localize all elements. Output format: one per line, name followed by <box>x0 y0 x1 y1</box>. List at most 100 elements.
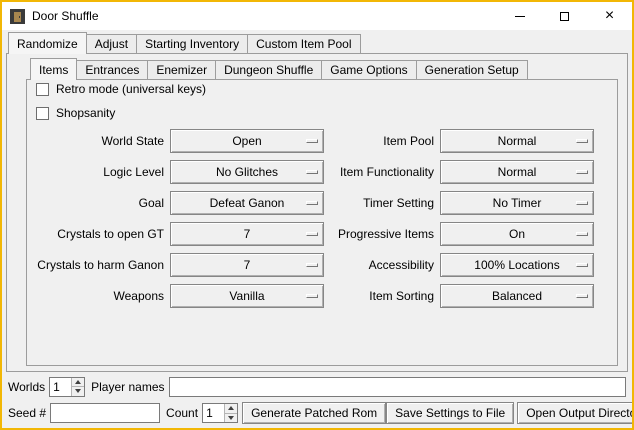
weapons-label: Weapons <box>32 284 164 308</box>
tab-starting-inventory[interactable]: Starting Inventory <box>136 34 248 54</box>
item-functionality-label: Item Functionality <box>330 160 434 184</box>
menu-indicator-icon <box>576 201 588 205</box>
tab-entrances[interactable]: Entrances <box>76 60 148 80</box>
item-pool-value: Normal <box>498 134 537 148</box>
weapons-dropdown[interactable]: Vanilla <box>170 284 324 308</box>
tab-enemizer[interactable]: Enemizer <box>147 60 216 80</box>
arrow-up-icon <box>228 406 234 410</box>
goal-label: Goal <box>32 191 164 215</box>
menu-indicator-icon <box>306 294 318 298</box>
save-settings-to-file-button[interactable]: Save Settings to File <box>386 402 514 424</box>
count-input[interactable] <box>203 404 224 422</box>
window: Door Shuffle × Randomize Adjust Starting… <box>0 0 634 430</box>
count-spin-buttons <box>224 404 237 422</box>
menu-indicator-icon <box>306 139 318 143</box>
tab-dungeon-shuffle[interactable]: Dungeon Shuffle <box>215 60 322 80</box>
world-state-value: Open <box>232 134 261 148</box>
generate-patched-rom-button[interactable]: Generate Patched Rom <box>242 402 386 424</box>
item-functionality-dropdown[interactable]: Normal <box>440 160 594 184</box>
menu-indicator-icon <box>576 170 588 174</box>
minimize-icon <box>515 16 525 17</box>
app-icon <box>10 9 25 24</box>
player-names-input[interactable] <box>169 377 627 397</box>
worlds-spin-buttons <box>71 378 84 396</box>
arrow-down-icon <box>75 389 81 393</box>
open-output-directory-button[interactable]: Open Output Directory <box>517 402 634 424</box>
tab-items[interactable]: Items <box>30 58 77 80</box>
caption-buttons: × <box>497 2 632 30</box>
tab-game-options[interactable]: Game Options <box>321 60 416 80</box>
count-spin-up-button[interactable] <box>224 404 237 413</box>
count-spinbox <box>202 403 238 423</box>
item-pool-label: Item Pool <box>330 129 434 153</box>
crystals-harm-ganon-value: 7 <box>244 258 251 272</box>
crystals-harm-ganon-dropdown[interactable]: 7 <box>170 253 324 277</box>
crystals-open-gt-dropdown[interactable]: 7 <box>170 222 324 246</box>
worlds-input[interactable] <box>50 378 71 396</box>
arrow-down-icon <box>228 416 234 420</box>
maximize-icon <box>560 12 569 21</box>
progressive-items-label: Progressive Items <box>330 222 434 246</box>
accessibility-value: 100% Locations <box>474 258 559 272</box>
menu-indicator-icon <box>306 201 318 205</box>
logic-level-dropdown[interactable]: No Glitches <box>170 160 324 184</box>
logic-level-label: Logic Level <box>32 160 164 184</box>
player-names-label: Player names <box>91 380 164 394</box>
seed-row: Seed # Count Generate Patched Rom Save S… <box>8 402 626 424</box>
goal-value: Defeat Ganon <box>210 196 285 210</box>
timer-setting-dropdown[interactable]: No Timer <box>440 191 594 215</box>
timer-setting-label: Timer Setting <box>330 191 434 215</box>
goal-dropdown[interactable]: Defeat Ganon <box>170 191 324 215</box>
seed-input[interactable] <box>50 403 160 423</box>
crystals-harm-ganon-label: Crystals to harm Ganon <box>32 253 164 277</box>
shopsanity-checkbox-row[interactable]: Shopsanity <box>36 106 115 120</box>
menu-indicator-icon <box>576 232 588 236</box>
minimize-button[interactable] <box>497 2 542 30</box>
shopsanity-checkbox[interactable] <box>36 107 49 120</box>
titlebar[interactable]: Door Shuffle × <box>2 2 632 30</box>
retro-mode-checkbox[interactable] <box>36 83 49 96</box>
menu-indicator-icon <box>306 263 318 267</box>
progressive-items-dropdown[interactable]: On <box>440 222 594 246</box>
worlds-spinbox <box>49 377 85 397</box>
shopsanity-label: Shopsanity <box>56 106 115 120</box>
count-label: Count <box>166 406 198 420</box>
tab-custom-item-pool[interactable]: Custom Item Pool <box>247 34 360 54</box>
progressive-items-value: On <box>509 227 525 241</box>
tab-generation-setup[interactable]: Generation Setup <box>416 60 528 80</box>
item-pool-dropdown[interactable]: Normal <box>440 129 594 153</box>
close-icon: × <box>605 8 614 24</box>
menu-indicator-icon <box>576 294 588 298</box>
item-sorting-dropdown[interactable]: Balanced <box>440 284 594 308</box>
inner-tab-bar: Items Entrances Enemizer Dungeon Shuffle… <box>30 58 528 80</box>
retro-mode-label: Retro mode (universal keys) <box>56 82 206 96</box>
item-sorting-value: Balanced <box>492 289 542 303</box>
world-state-dropdown[interactable]: Open <box>170 129 324 153</box>
maximize-button[interactable] <box>542 2 587 30</box>
accessibility-label: Accessibility <box>330 253 434 277</box>
item-sorting-label: Item Sorting <box>330 284 434 308</box>
seed-label: Seed # <box>8 406 46 420</box>
tab-randomize[interactable]: Randomize <box>8 32 87 54</box>
worlds-spin-up-button[interactable] <box>71 378 84 387</box>
worlds-spin-down-button[interactable] <box>71 386 84 396</box>
weapons-value: Vanilla <box>229 289 264 303</box>
timer-setting-value: No Timer <box>493 196 542 210</box>
world-state-label: World State <box>32 129 164 153</box>
count-spin-down-button[interactable] <box>224 413 237 423</box>
window-title: Door Shuffle <box>32 9 99 23</box>
retro-mode-checkbox-row[interactable]: Retro mode (universal keys) <box>36 82 206 96</box>
worlds-row: Worlds Player names <box>8 376 626 397</box>
worlds-label: Worlds <box>8 380 45 394</box>
outer-tab-bar: Randomize Adjust Starting Inventory Cust… <box>8 32 361 54</box>
logic-level-value: No Glitches <box>216 165 278 179</box>
menu-indicator-icon <box>306 170 318 174</box>
accessibility-dropdown[interactable]: 100% Locations <box>440 253 594 277</box>
item-functionality-value: Normal <box>498 165 537 179</box>
tab-adjust[interactable]: Adjust <box>86 34 137 54</box>
arrow-up-icon <box>75 380 81 384</box>
close-button[interactable]: × <box>587 2 632 30</box>
menu-indicator-icon <box>576 139 588 143</box>
crystals-open-gt-label: Crystals to open GT <box>32 222 164 246</box>
menu-indicator-icon <box>576 263 588 267</box>
